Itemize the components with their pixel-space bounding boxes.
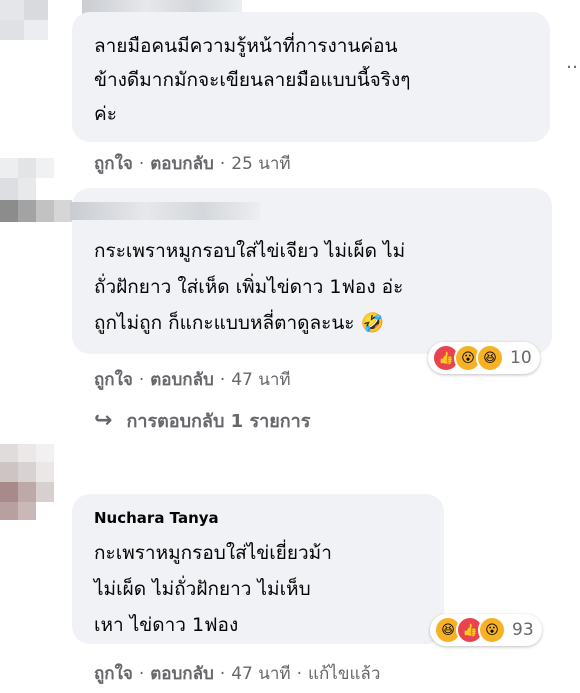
comment-text-line: ค่ะ bbox=[94, 103, 117, 125]
edited-label[interactable]: แก้ไขแล้ว bbox=[308, 660, 380, 687]
comment-text-line: เหา ไข่ดาว 1ฟอง bbox=[94, 614, 239, 636]
comment-text-line: ถูกไม่ถูก ก็แกะแบบหลี่ตาดูละนะ 🤣 bbox=[94, 312, 385, 334]
like-link[interactable]: ถูกใจ bbox=[94, 150, 133, 177]
comment-text-line: ไม่เผ็ด ไม่ถั่วฝักยาว ไม่เห็บ bbox=[94, 578, 311, 600]
comment-author[interactable]: Nuchara Tanya bbox=[94, 509, 219, 527]
wow-icon: 😮 bbox=[478, 616, 506, 644]
haha-icon: 😆 bbox=[476, 344, 504, 372]
separator-dot: · bbox=[138, 663, 145, 684]
separator-dot: · bbox=[138, 369, 145, 390]
avatar[interactable] bbox=[0, 0, 70, 40]
timestamp[interactable]: 47 นาที bbox=[231, 366, 290, 393]
reply-arrow-icon: ↪ bbox=[94, 408, 113, 433]
reaction-summary[interactable]: 👍 😮 😆 10 bbox=[428, 342, 540, 374]
comment-text-line: กระเพราหมูกรอบใส่ไข่เจียว ไม่เผ็ด ไม่ bbox=[94, 240, 406, 262]
separator-dot: · bbox=[138, 153, 145, 174]
avatar[interactable] bbox=[0, 158, 72, 242]
separator-dot: · bbox=[219, 663, 226, 684]
replies-count-label: การตอบกลับ 1 รายการ bbox=[126, 411, 311, 432]
comment-text-line: กะเพราหมูกรอบใส่ไข่เยี่ยวม้า bbox=[94, 542, 332, 564]
timestamp[interactable]: 47 นาที bbox=[231, 660, 290, 687]
avatar[interactable] bbox=[0, 444, 72, 520]
reaction-count: 93 bbox=[512, 620, 534, 640]
more-options-icon[interactable]: … bbox=[566, 52, 580, 73]
reaction-summary[interactable]: 😆 👍 😮 93 bbox=[430, 614, 542, 646]
separator-dot: · bbox=[296, 663, 303, 684]
like-link[interactable]: ถูกใจ bbox=[94, 366, 133, 393]
view-replies-link[interactable]: ↪ การตอบกลับ 1 รายการ bbox=[94, 406, 310, 435]
timestamp[interactable]: 25 นาที bbox=[231, 150, 290, 177]
comment-text-line: ถั่วฝักยาว ใส่เห็ด เพิ่มไข่ดาว 1ฟอง อ่ะ bbox=[94, 276, 404, 298]
comment-text-line: ลายมือคนมีความรู้หน้าที่การงานค่อน bbox=[94, 35, 398, 57]
reply-link[interactable]: ตอบกลับ bbox=[150, 150, 214, 177]
comment-actions: ถูกใจ · ตอบกลับ · 25 นาที bbox=[94, 150, 291, 177]
comment-text-line: ข้างดีมากมักจะเขียนลายมือแบบนี้จริงๆ bbox=[94, 69, 411, 91]
reply-link[interactable]: ตอบกลับ bbox=[150, 660, 214, 687]
separator-dot: · bbox=[219, 153, 226, 174]
reply-link[interactable]: ตอบกลับ bbox=[150, 366, 214, 393]
separator-dot: · bbox=[219, 369, 226, 390]
comment-actions: ถูกใจ · ตอบกลับ · 47 นาที bbox=[94, 366, 291, 393]
blurred-author-name[interactable] bbox=[70, 202, 260, 220]
reaction-count: 10 bbox=[510, 348, 532, 368]
like-link[interactable]: ถูกใจ bbox=[94, 660, 133, 687]
comment-actions: ถูกใจ · ตอบกลับ · 47 นาที · แก้ไขแล้ว bbox=[94, 660, 380, 687]
